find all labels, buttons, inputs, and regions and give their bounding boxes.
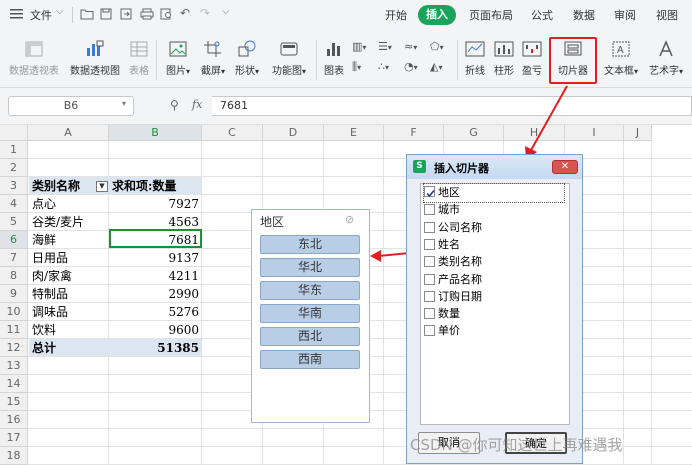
checkbox[interactable]	[424, 325, 435, 337]
checkmark-icon	[426, 190, 435, 198]
field-label: 数量	[438, 307, 460, 321]
checkbox[interactable]	[424, 308, 435, 320]
field-label: 产品名称	[438, 272, 482, 286]
field-label: 公司名称	[438, 220, 482, 234]
field-label: 姓名	[438, 237, 460, 251]
field-label: 单价	[438, 324, 460, 338]
checked-checkbox[interactable]	[424, 186, 435, 198]
watermark-text: CSDN @你可知这世上再难遇我	[410, 436, 623, 454]
checkbox[interactable]	[424, 256, 435, 268]
close-icon[interactable]: ✕	[552, 160, 578, 174]
arrow-head	[370, 250, 381, 262]
field-option[interactable]: 地区	[423, 183, 565, 203]
checkbox[interactable]	[424, 273, 435, 285]
arrow-line	[529, 85, 568, 153]
app-logo-icon: S	[413, 160, 426, 173]
field-label: 城市	[438, 203, 460, 217]
checkbox[interactable]	[424, 290, 435, 302]
checkbox[interactable]	[424, 238, 435, 250]
field-label: 订购日期	[438, 289, 482, 303]
field-label: 地区	[438, 186, 460, 199]
checkbox[interactable]	[424, 204, 435, 216]
checkbox[interactable]	[424, 221, 435, 233]
field-label: 类别名称	[438, 255, 482, 269]
dialog-title: 插入切片器	[434, 162, 489, 175]
annotation-arrows	[370, 85, 568, 262]
